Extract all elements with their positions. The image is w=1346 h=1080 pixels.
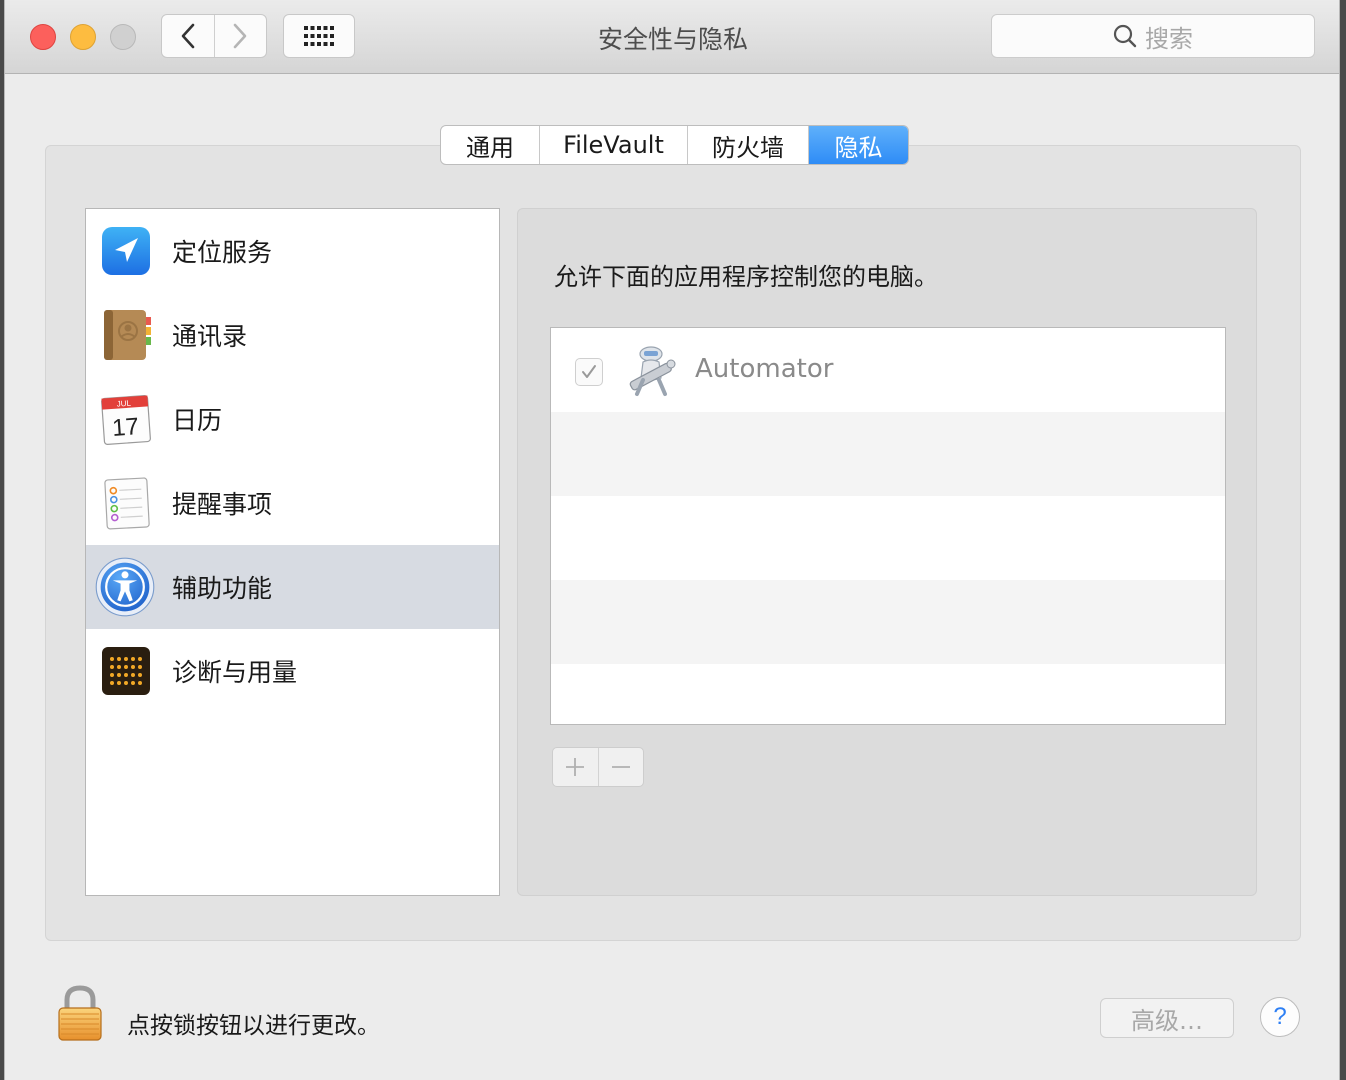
add-app-button[interactable]	[553, 748, 598, 786]
automator-robot-icon	[629, 346, 676, 396]
search-field[interactable]: 搜索	[991, 14, 1315, 58]
app-row-empty	[551, 664, 1225, 724]
contacts-book-icon	[104, 310, 151, 360]
service-label: 诊断与用量	[172, 658, 298, 687]
service-item-diagnostics[interactable]: 诊断与用量	[86, 629, 499, 713]
service-item-location[interactable]: 定位服务	[86, 209, 499, 293]
calendar-day-text: 17	[111, 413, 140, 442]
checkmark-icon	[582, 365, 596, 378]
app-list: Automator	[550, 327, 1226, 725]
service-item-contacts[interactable]: 通讯录	[86, 293, 499, 377]
app-row-empty	[551, 496, 1225, 580]
preferences-window: 安全性与隐私 搜索 通用 FileVault 防火墙 隐私 定位服务 通讯录 J…	[4, 0, 1340, 1080]
search-icon	[1113, 24, 1137, 48]
service-item-calendar[interactable]: JUL 17 日历	[86, 377, 499, 461]
search-placeholder: 搜索	[1145, 24, 1193, 53]
calendar-month-text: JUL	[116, 399, 131, 409]
tab-general[interactable]: 通用	[441, 126, 539, 164]
calendar-icon: JUL 17	[101, 395, 151, 445]
app-name: Automator	[695, 354, 834, 384]
tab-bar: 通用 FileVault 防火墙 隐私	[440, 125, 909, 165]
minus-icon	[611, 766, 630, 768]
service-label: 提醒事项	[172, 490, 273, 519]
help-button[interactable]: ?	[1260, 997, 1300, 1037]
lock-hint-text: 点按锁按钮以进行更改。	[127, 1013, 380, 1039]
privacy-description: 允许下面的应用程序控制您的电脑。	[554, 263, 938, 291]
accessibility-icon	[95, 557, 155, 617]
add-remove-buttons	[552, 747, 644, 787]
tab-privacy[interactable]: 隐私	[808, 126, 908, 164]
privacy-services-list: 定位服务 通讯录 JUL 17 日历 提醒事项 辅助功能 诊断与用量	[85, 208, 500, 896]
location-arrow-icon	[102, 227, 150, 275]
app-row-automator[interactable]: Automator	[551, 328, 1225, 412]
diagnostics-icon	[102, 647, 150, 695]
lock-icon[interactable]	[55, 984, 105, 1042]
service-label: 通讯录	[172, 322, 248, 351]
titlebar: 安全性与隐私 搜索	[5, 0, 1339, 74]
app-row-empty	[551, 580, 1225, 664]
service-label: 辅助功能	[172, 574, 273, 603]
service-item-reminders[interactable]: 提醒事项	[86, 461, 499, 545]
service-label: 日历	[172, 406, 223, 435]
app-enable-checkbox[interactable]	[575, 358, 603, 386]
service-label: 定位服务	[172, 238, 273, 267]
remove-app-button[interactable]	[597, 748, 644, 786]
tab-firewall[interactable]: 防火墙	[687, 126, 808, 164]
service-item-accessibility[interactable]: 辅助功能	[86, 545, 499, 629]
reminders-icon	[104, 477, 150, 530]
tab-filevault[interactable]: FileVault	[539, 126, 687, 164]
app-row-empty	[551, 412, 1225, 496]
privacy-detail-panel: 允许下面的应用程序控制您的电脑。 Automator	[517, 208, 1257, 896]
plus-icon	[566, 758, 585, 776]
advanced-button[interactable]: 高级…	[1100, 998, 1234, 1038]
